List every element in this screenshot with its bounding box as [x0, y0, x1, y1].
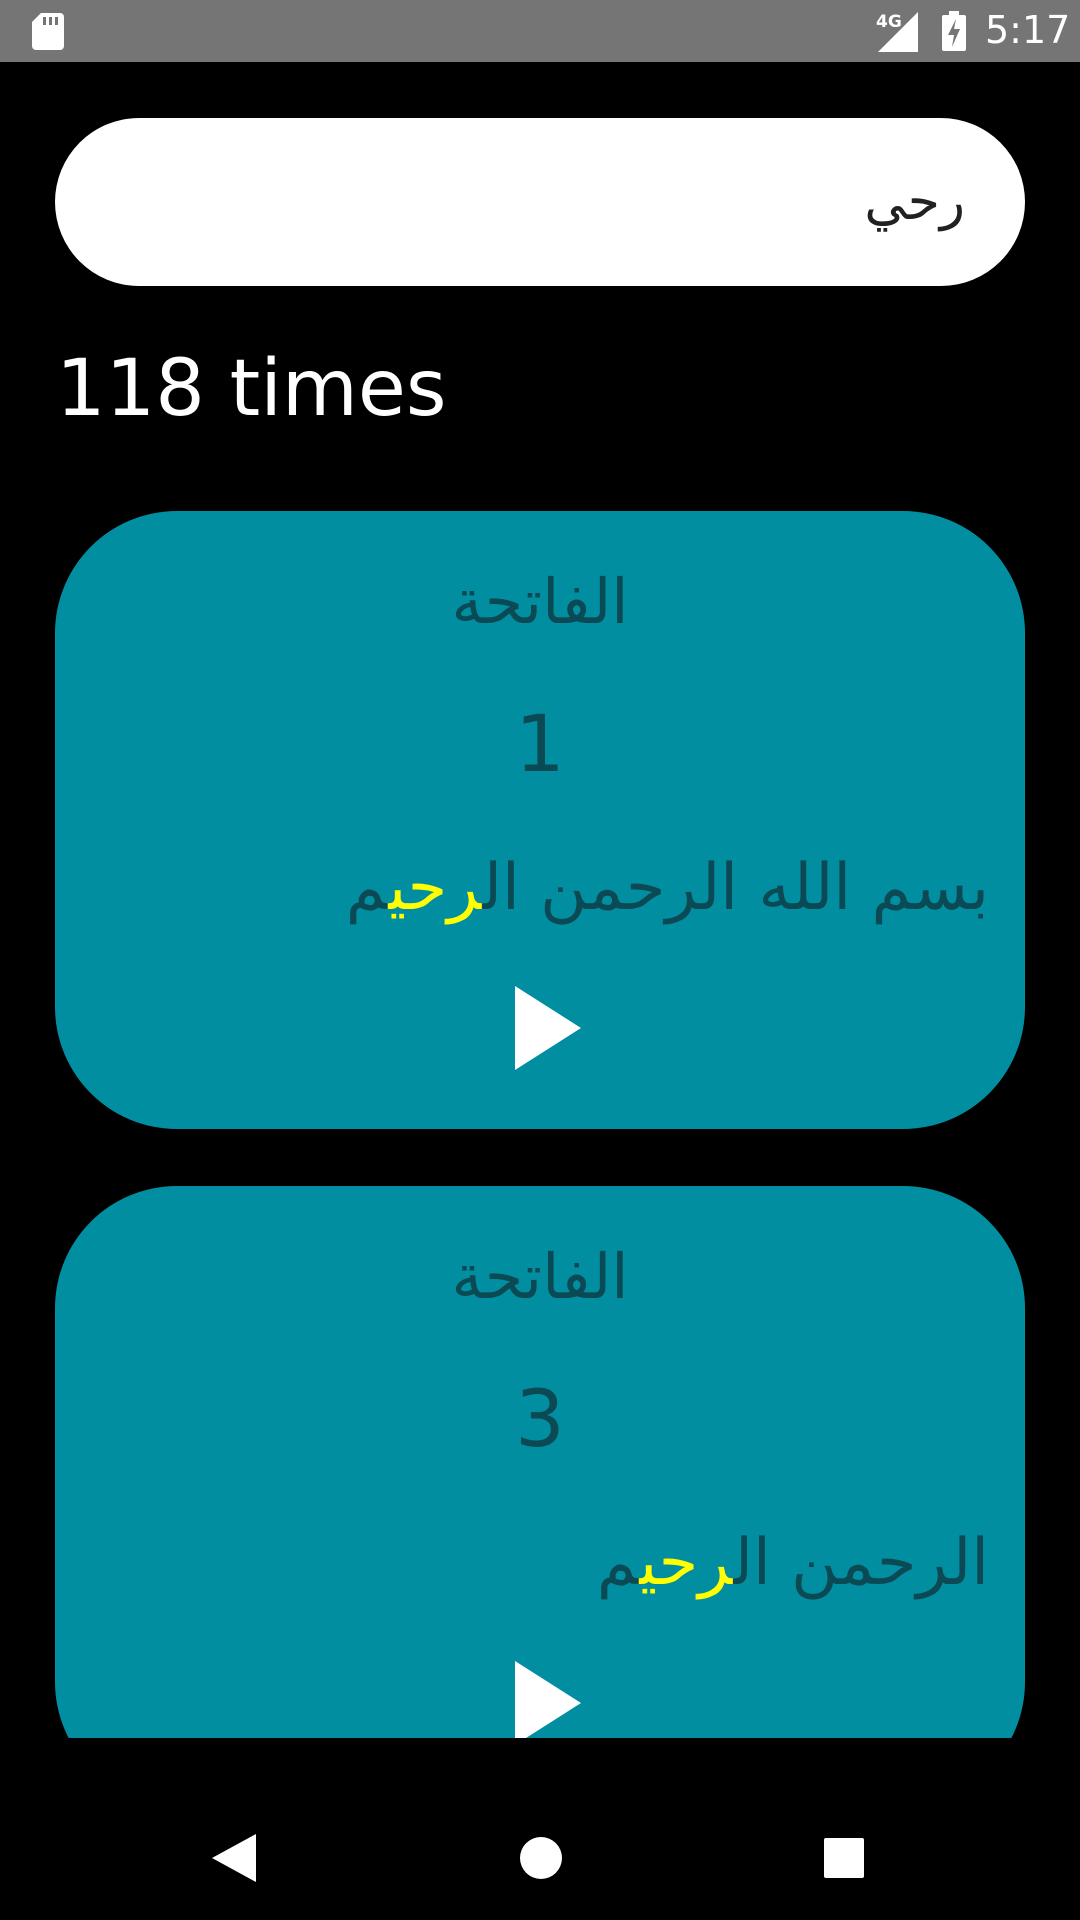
result-card[interactable]: الفاتحة 1 بسم الله الرحمن الرحيم	[55, 511, 1025, 1129]
signal-icon	[878, 12, 918, 52]
search-match-highlight: رحي	[639, 1526, 734, 1600]
surah-name: الفاتحة	[451, 565, 629, 638]
ayah-text-after: م	[345, 851, 389, 925]
search-match-highlight: رحي	[388, 851, 483, 925]
search-bar[interactable]	[55, 118, 1025, 286]
ayah-number: 1	[515, 700, 565, 790]
ayah-text-before: الرحمن ال	[733, 1526, 990, 1600]
battery-charging-icon	[942, 11, 966, 51]
navigation-bar	[0, 1738, 1080, 1920]
search-input[interactable]	[95, 118, 965, 286]
result-card[interactable]: الفاتحة 3 الرحمن الرحيم	[55, 1186, 1025, 1738]
play-icon[interactable]	[515, 986, 581, 1070]
ayah-text-after: م	[596, 1526, 640, 1600]
result-count: 118 times	[56, 344, 447, 434]
clock: 5:17	[985, 8, 1071, 52]
ayah-text-before: بسم الله الرحمن ال	[482, 851, 989, 925]
results-list[interactable]: الفاتحة 1 بسم الله الرحمن الرحيم الفاتحة…	[0, 500, 1080, 1738]
ayah-number: 3	[515, 1375, 565, 1465]
recents-icon[interactable]	[824, 1838, 864, 1878]
back-icon[interactable]	[212, 1834, 256, 1882]
home-icon[interactable]	[519, 1836, 563, 1880]
play-icon[interactable]	[515, 1661, 581, 1738]
surah-name: الفاتحة	[451, 1240, 629, 1313]
sd-card-icon	[32, 13, 64, 50]
ayah-text: بسم الله الرحمن الرحيم	[346, 856, 989, 920]
ayah-text: الرحمن الرحيم	[597, 1531, 989, 1595]
status-bar: 4G 5:17	[0, 0, 1080, 62]
